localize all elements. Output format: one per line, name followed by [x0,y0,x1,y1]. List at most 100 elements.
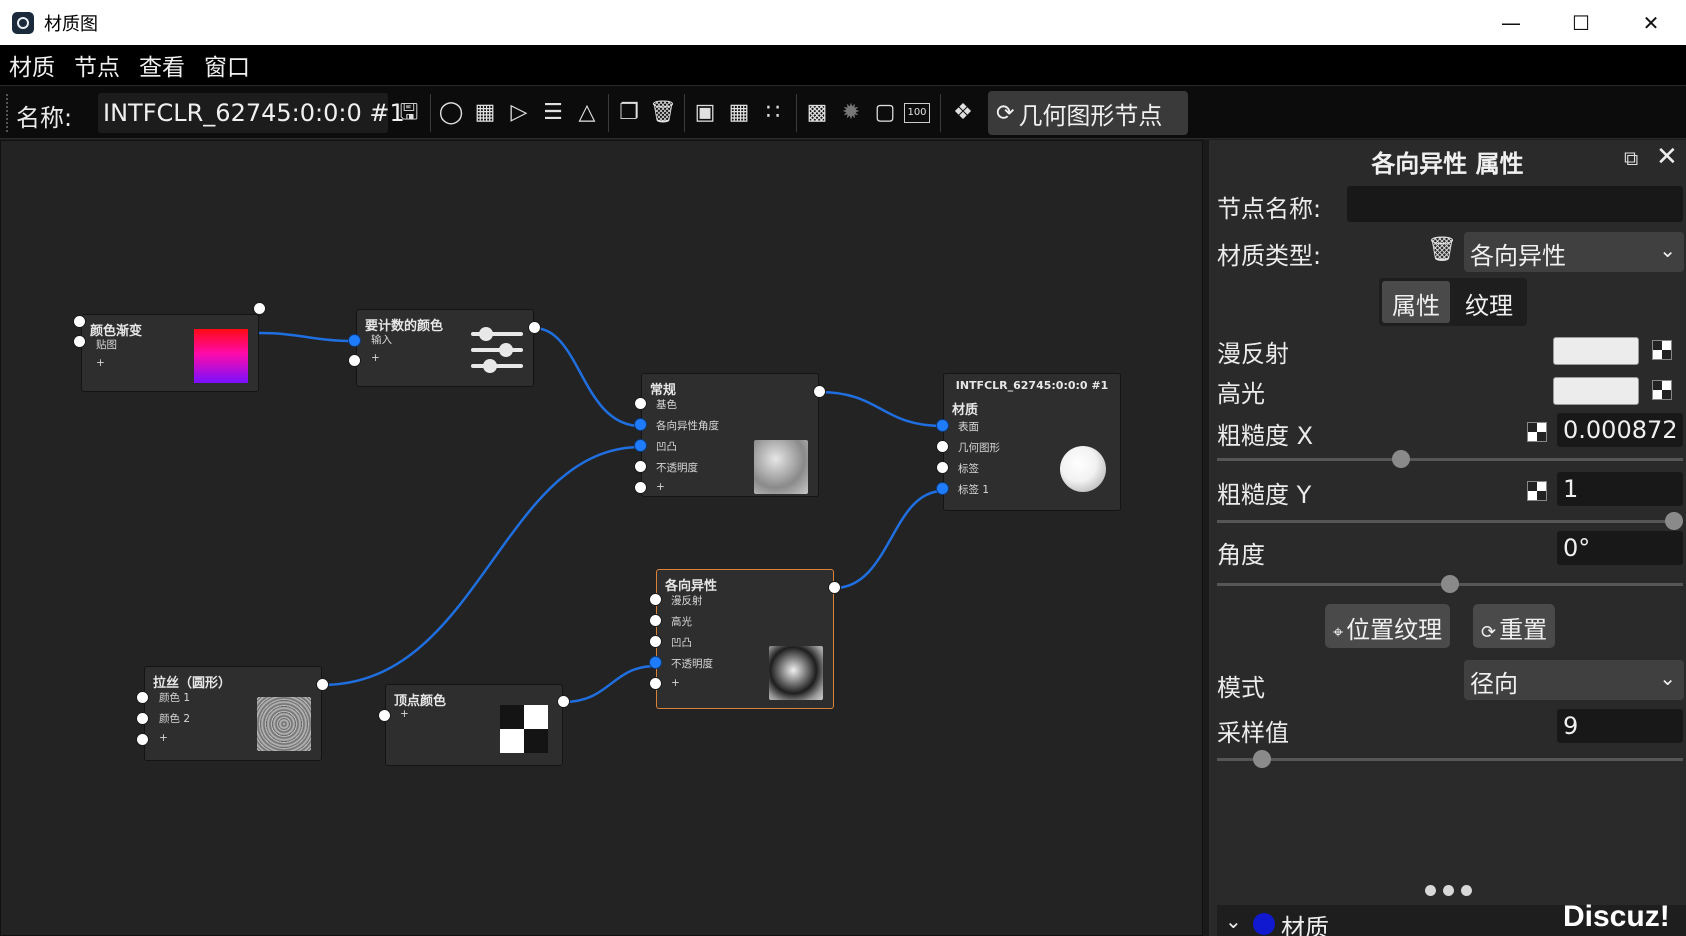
port-output[interactable] [828,581,841,594]
node-name-input[interactable] [1347,186,1683,222]
scatter-icon[interactable]: ∷ [758,98,788,128]
port-label: 输入 [371,334,392,346]
roughness-y-slider-handle[interactable] [1665,512,1683,530]
port-input[interactable] [649,614,662,627]
port-label: 不透明度 [671,658,713,670]
mode-select[interactable]: 径向 ⌄ [1464,660,1684,700]
100-icon[interactable]: 100 [904,103,930,123]
position-texture-button[interactable]: ⌖ 位置纹理 [1325,604,1451,648]
sliders-icon[interactable]: ☰ [538,98,568,128]
samples-input[interactable]: 9 [1557,709,1683,743]
specular-texture-icon[interactable] [1652,380,1672,400]
port-label: 凹凸 [671,637,692,649]
port-input[interactable] [649,677,662,690]
port-input[interactable] [348,354,361,367]
maximize-button[interactable]: ☐ [1546,0,1616,45]
port-input[interactable] [634,397,647,410]
menu-material[interactable]: 材质 [9,48,55,82]
roughness-y-input[interactable]: 1 [1557,472,1683,506]
angle-input[interactable]: 0° [1557,531,1683,565]
port-label: 凹凸 [656,441,677,453]
port-input[interactable] [634,418,647,431]
port-input[interactable] [936,482,949,495]
angle-slider-handle[interactable] [1441,575,1459,593]
copy-icon[interactable]: ❐ [614,98,644,128]
minimize-button[interactable]: — [1476,0,1546,45]
roughness-x-input[interactable]: 0.000872 [1557,413,1683,447]
port-output[interactable] [528,321,541,334]
roughness-x-slider-handle[interactable] [1391,450,1410,468]
share-icon[interactable]: ❖ [948,98,978,128]
samples-slider-track[interactable] [1217,758,1683,761]
close-button[interactable]: ✕ [1616,0,1686,45]
tab-texture[interactable]: 纹理 [1455,281,1523,323]
network-icon[interactable]: ✹ [836,98,866,128]
node-anisotropic[interactable]: 各向异性 漫反射 高光 凹凸 不透明度 + [656,569,834,709]
diffuse-texture-icon[interactable] [1652,340,1672,360]
port-output[interactable] [813,385,826,398]
port-input[interactable] [649,656,662,669]
roughness-x-texture-icon[interactable] [1527,422,1547,442]
port-label: 颜色 2 [159,713,191,725]
tab-properties[interactable]: 属性 [1382,281,1450,323]
port-input[interactable] [136,733,149,746]
port-input[interactable] [936,461,949,474]
toolbar-separator [608,94,609,132]
grid-icon[interactable]: ▦ [724,98,754,128]
port-input[interactable] [634,460,647,473]
port-input[interactable] [634,481,647,494]
delete-icon[interactable]: 🗑 [648,98,678,128]
port-output[interactable] [557,695,570,708]
menu-view[interactable]: 查看 [139,48,185,82]
port-label: 贴图 [96,339,117,351]
menu-window[interactable]: 窗口 [204,48,250,82]
node-count-color[interactable]: 要计数的颜色 输入 + [356,309,534,387]
node-material-output[interactable]: INTFCLR_62745:0:0:0 #1 材质 表面 几何图形 标签 标签 … [943,373,1121,511]
specular-color-swatch[interactable] [1553,377,1639,405]
save-icon[interactable]: 🖫 [394,98,424,128]
node-vertex-color[interactable]: 顶点颜色 + [385,684,563,766]
node-color-gradient[interactable]: 颜色渐变 贴图 + [81,314,259,392]
reset-button[interactable]: ⟳ 重置 [1473,604,1556,648]
material-icon[interactable]: ▣ [690,98,720,128]
diffuse-color-swatch[interactable] [1553,337,1639,365]
material-type-select[interactable]: 各向异性 ⌄ [1464,232,1684,272]
port-input[interactable] [649,635,662,648]
flask-icon[interactable]: △ [572,98,602,128]
toolbar-grip[interactable] [6,94,9,132]
sphere-preview-icon[interactable]: ◯ [436,98,466,128]
port-input[interactable] [348,334,361,347]
roughness-y-slider-track[interactable] [1217,520,1683,523]
float-window-icon[interactable]: ⧉ [1624,146,1638,170]
port-label: 几何图形 [958,442,1000,454]
port-output[interactable] [316,678,329,691]
samples-slider-handle[interactable] [1252,750,1271,768]
node-brushed-circular[interactable]: 拉丝（圆形） 颜色 1 颜色 2 + [144,666,322,761]
roughness-y-texture-icon[interactable] [1527,481,1547,501]
port-input[interactable] [73,335,86,348]
menu-node[interactable]: 节点 [74,48,120,82]
node-normal[interactable]: 常规 基色 各向异性角度 凹凸 不透明度 + [641,373,819,497]
checker-preview-icon[interactable]: ▦ [470,98,500,128]
port-input[interactable] [634,439,647,452]
play-icon[interactable]: ▷ [504,98,534,128]
mode-label: 模式 [1217,674,1265,702]
frame-icon[interactable]: ▢ [870,98,900,128]
material-name-field[interactable]: INTFCLR_62745:0:0:0 #1 [98,93,405,133]
layout-icon[interactable]: ▩ [802,98,832,128]
port-input[interactable] [936,440,949,453]
port-input[interactable] [136,691,149,704]
roughness-x-slider-track[interactable] [1217,458,1683,461]
samples-label: 采样值 [1217,719,1289,747]
geometry-node-button[interactable]: ⟳ 几何图形节点 [988,91,1188,135]
port-input[interactable] [136,712,149,725]
port-input[interactable] [73,315,86,328]
port-input[interactable] [936,419,949,432]
trash-icon[interactable]: 🗑 [1427,235,1457,263]
node-graph-canvas[interactable]: 颜色渐变 贴图 + 要计数的颜色 输入 + 常规 基色 各向异性角度 凹凸 不透… [0,140,1203,936]
more-options-icon[interactable] [1425,885,1475,897]
port-input[interactable] [649,593,662,606]
port-output[interactable] [253,302,266,315]
port-input[interactable] [378,709,391,722]
panel-close-icon[interactable]: ✕ [1656,142,1678,172]
